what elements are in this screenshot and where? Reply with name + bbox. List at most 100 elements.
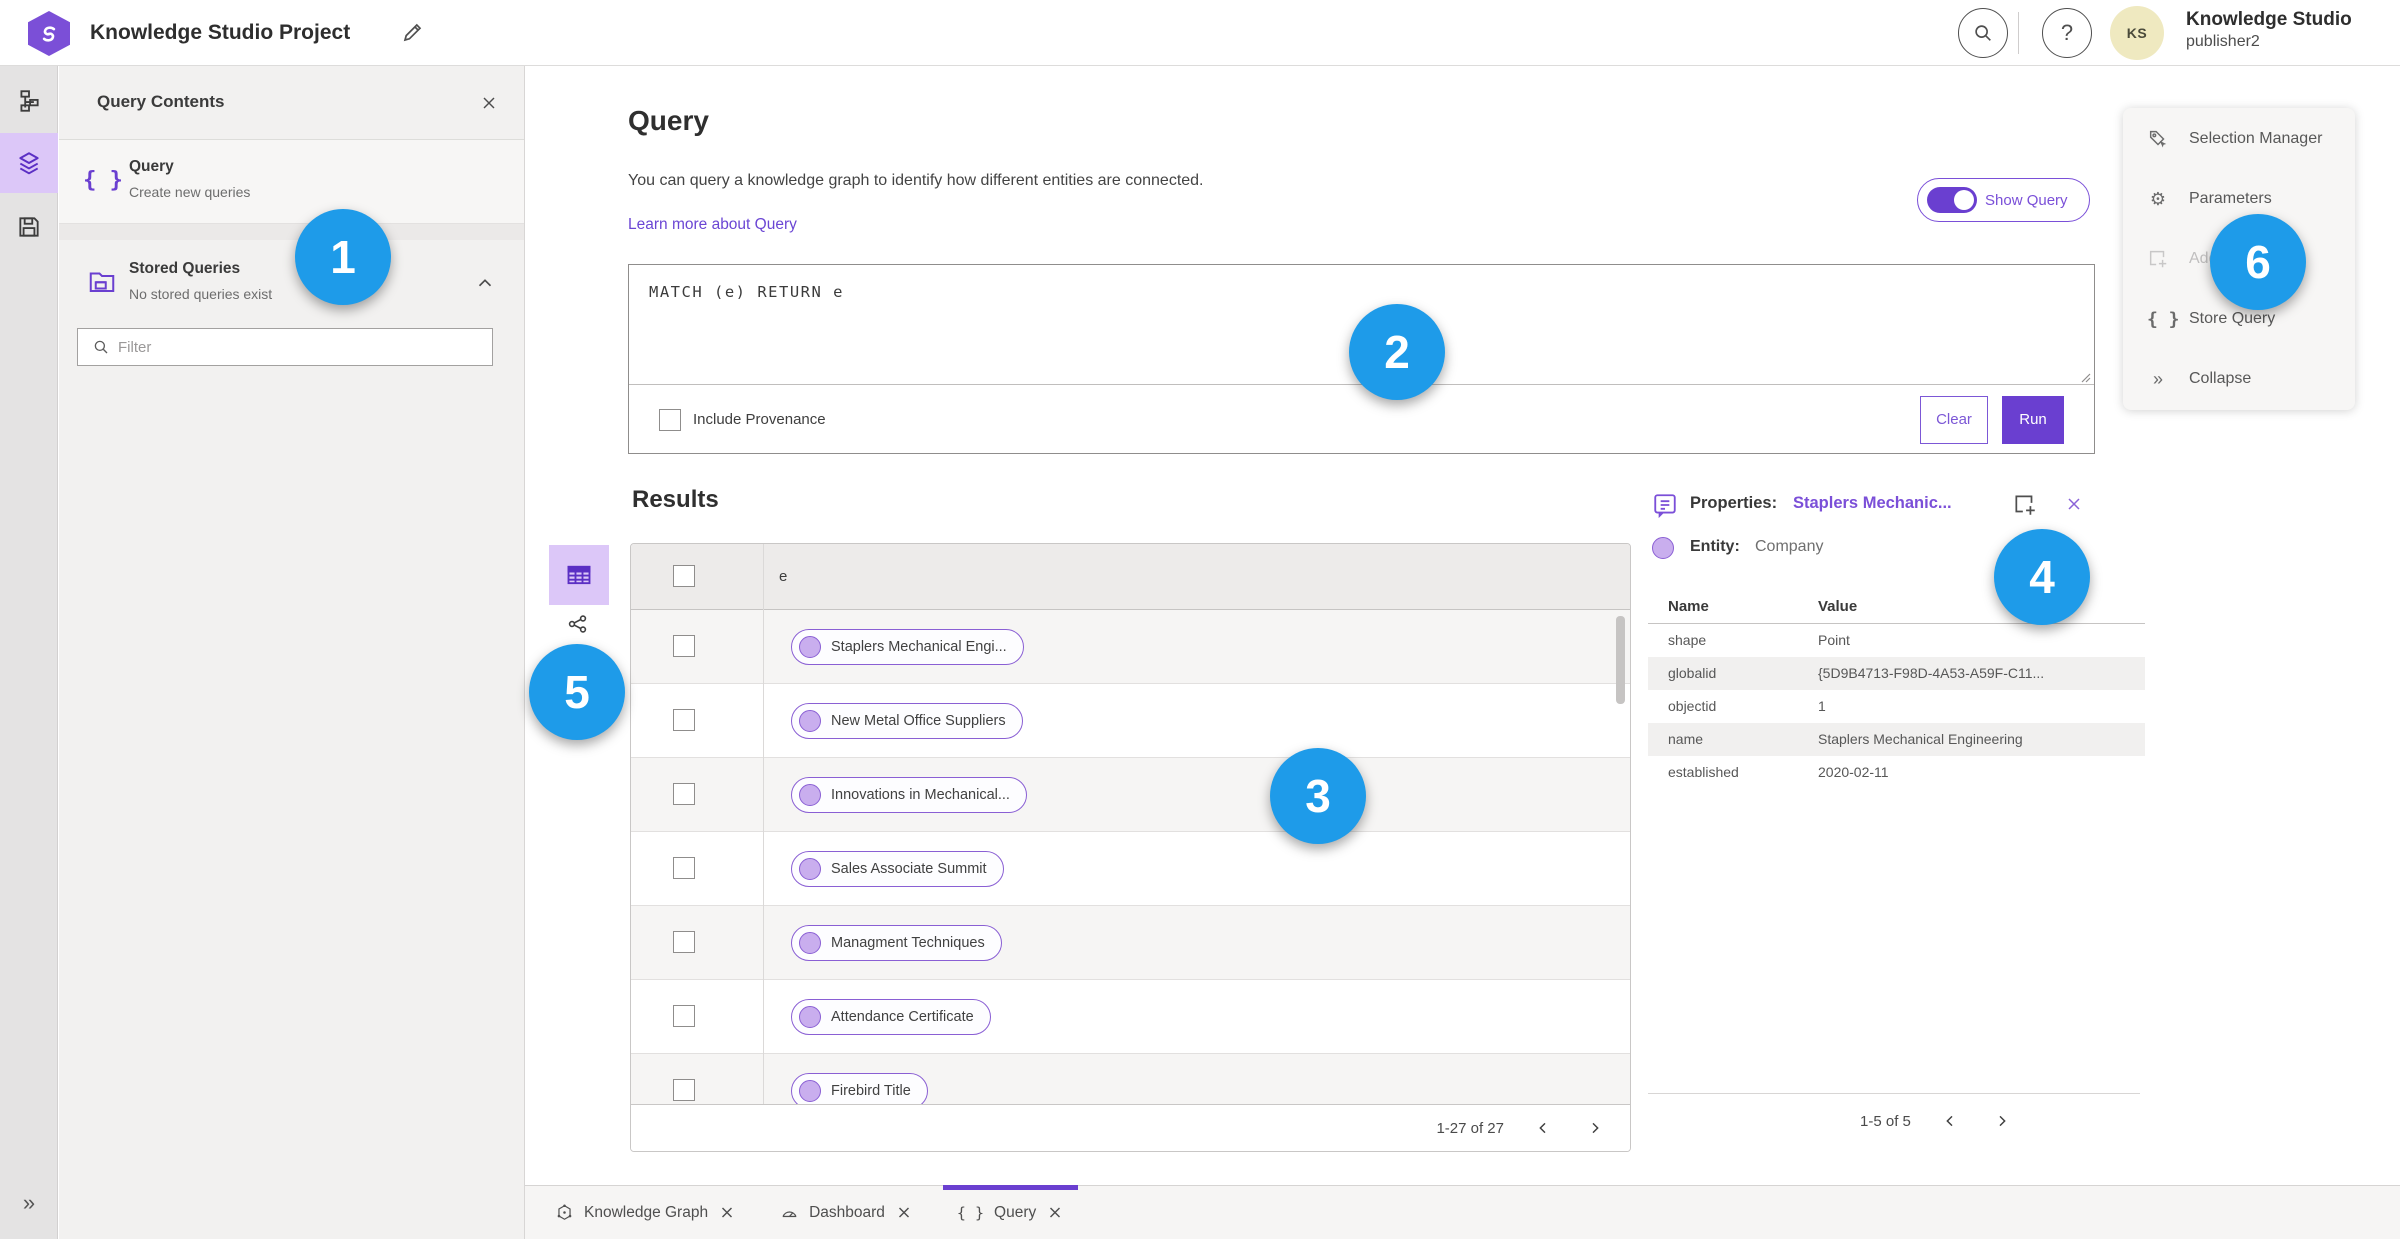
properties-previous-page-button[interactable] [1937,1108,1963,1134]
table-row[interactable]: Staplers Mechanical Engi... [631,610,1630,684]
row-checkbox[interactable] [673,1079,695,1101]
property-row: established 2020-02-11 [1648,756,2145,789]
row-checkbox[interactable] [673,931,695,953]
entity-dot-icon [799,858,821,880]
top-bar: Knowledge Studio Project ? KS Knowledge … [0,0,2400,66]
tab-label: Knowledge Graph [584,1203,709,1221]
tab-query[interactable]: { } Query [942,1185,1079,1239]
tab-knowledge-graph[interactable]: Knowledge Graph [541,1186,750,1239]
expand-panel-icon[interactable]: » [0,1181,58,1225]
property-value: Point [1818,632,1850,648]
include-provenance-label: Include Provenance [693,411,826,428]
query-description: You can query a knowledge graph to ident… [628,172,1204,189]
results-page-range: 1-27 of 27 [1436,1119,1504,1137]
menu-item-label: Selection Manager [2189,130,2323,147]
sidebar-item-query-layers[interactable] [0,133,58,193]
menu-item-selection-manager[interactable]: Selection Manager [2123,109,2355,169]
stored-queries-item[interactable]: Stored Queries No stored queries exist [59,240,524,330]
entity-pill-label: Sales Associate Summit [831,861,987,877]
entity-pill-label: Innovations in Mechanical... [831,787,1010,803]
results-table-header: e [631,544,1630,610]
menu-item-label: Store Query [2189,310,2276,327]
entity-pill[interactable]: New Metal Office Suppliers [791,703,1023,739]
app-logo-icon [28,11,70,56]
learn-more-link[interactable]: Learn more about Query [628,216,797,234]
entity-dot-icon [799,636,821,658]
query-contents-header: Query Contents [59,66,524,140]
help-button[interactable]: ? [2042,8,2092,58]
select-all-checkbox[interactable] [673,565,695,587]
gear-icon: ⚙ [2149,188,2167,209]
tab-dashboard[interactable]: Dashboard [766,1186,927,1239]
entity-pill[interactable]: Attendance Certificate [791,999,991,1035]
entity-pill-label: Attendance Certificate [831,1009,974,1025]
table-scrollbar[interactable] [1616,616,1625,704]
property-name: globalid [1668,665,1717,681]
panel-title: Query Contents [97,92,225,111]
row-checkbox[interactable] [673,783,695,805]
entity-label: Entity: [1690,538,1740,555]
menu-item-collapse[interactable]: » Collapse [2123,349,2355,409]
stored-queries-title: Stored Queries [129,260,241,277]
selected-entity-link[interactable]: Staplers Mechanic... [1793,494,1952,513]
close-tab-icon[interactable] [1046,1204,1064,1222]
user-name: Knowledge Studio [2186,9,2352,30]
results-title: Results [632,486,719,513]
close-tab-icon[interactable] [895,1204,913,1222]
table-row[interactable]: Attendance Certificate [631,980,1630,1054]
user-avatar[interactable]: KS [2110,6,2164,60]
link-chart-view-button[interactable] [562,608,594,640]
query-list-item[interactable]: { } Query Create new queries [59,140,524,224]
collapse-section-chevron-icon[interactable] [474,272,496,294]
annotation-2: 2 [1349,304,1445,400]
table-row[interactable]: New Metal Office Suppliers [631,684,1630,758]
entity-pill-label: Managment Techniques [831,935,985,951]
edit-title-icon[interactable] [400,21,424,45]
previous-page-button[interactable] [1530,1115,1556,1141]
properties-table: Name Value shape Point globalid {5D9B471… [1648,590,2145,789]
table-row[interactable]: Managment Techniques [631,906,1630,980]
user-info[interactable]: Knowledge Studio publisher2 [2186,9,2352,51]
entity-pill[interactable]: Firebird Title [791,1073,928,1106]
clear-button[interactable]: Clear [1920,395,1988,444]
sidebar-item-link-chart[interactable] [0,72,58,130]
close-panel-icon[interactable] [476,90,502,116]
close-properties-icon[interactable] [2062,492,2086,516]
run-button[interactable]: Run [2002,395,2064,444]
annotation-5: 5 [529,644,625,740]
filter-input[interactable] [118,338,482,356]
property-row: shape Point [1648,624,2145,657]
entity-pill[interactable]: Sales Associate Summit [791,851,1004,887]
entity-pill[interactable]: Managment Techniques [791,925,1002,961]
entity-pill-label: New Metal Office Suppliers [831,713,1006,729]
property-row: name Staplers Mechanical Engineering [1648,723,2145,756]
next-page-button[interactable] [1582,1115,1608,1141]
selection-manager-icon [2149,130,2167,148]
entity-pill[interactable]: Innovations in Mechanical... [791,777,1027,813]
table-row[interactable]: Sales Associate Summit [631,832,1630,906]
property-value: Staplers Mechanical Engineering [1818,731,2023,747]
include-provenance-checkbox[interactable] [659,408,681,431]
dashboard-gauge-icon [782,1211,797,1218]
add-to-map-icon[interactable] [2012,492,2038,518]
collapse-chevrons-icon: » [2152,368,2163,389]
table-view-button[interactable] [549,545,609,605]
entity-pill[interactable]: Staplers Mechanical Engi... [791,629,1024,665]
sidebar-item-save[interactable] [0,198,58,256]
table-row[interactable]: Innovations in Mechanical... [631,758,1630,832]
entity-dot-icon [799,932,821,954]
search-button[interactable] [1958,8,2008,58]
column-header-name: Name [1668,598,1709,615]
row-checkbox[interactable] [673,857,695,879]
row-checkbox[interactable] [673,1005,695,1027]
property-value: 1 [1818,698,1826,714]
row-checkbox[interactable] [673,635,695,657]
row-checkbox[interactable] [673,709,695,731]
show-query-toggle[interactable]: Show Query [1917,178,2090,222]
table-row[interactable]: Firebird Title [631,1054,1630,1106]
property-row: objectid 1 [1648,690,2145,723]
close-tab-icon[interactable] [718,1204,736,1222]
resize-handle[interactable] [2077,369,2091,383]
properties-next-page-button[interactable] [1989,1108,2015,1134]
tab-label: Query [994,1203,1037,1221]
